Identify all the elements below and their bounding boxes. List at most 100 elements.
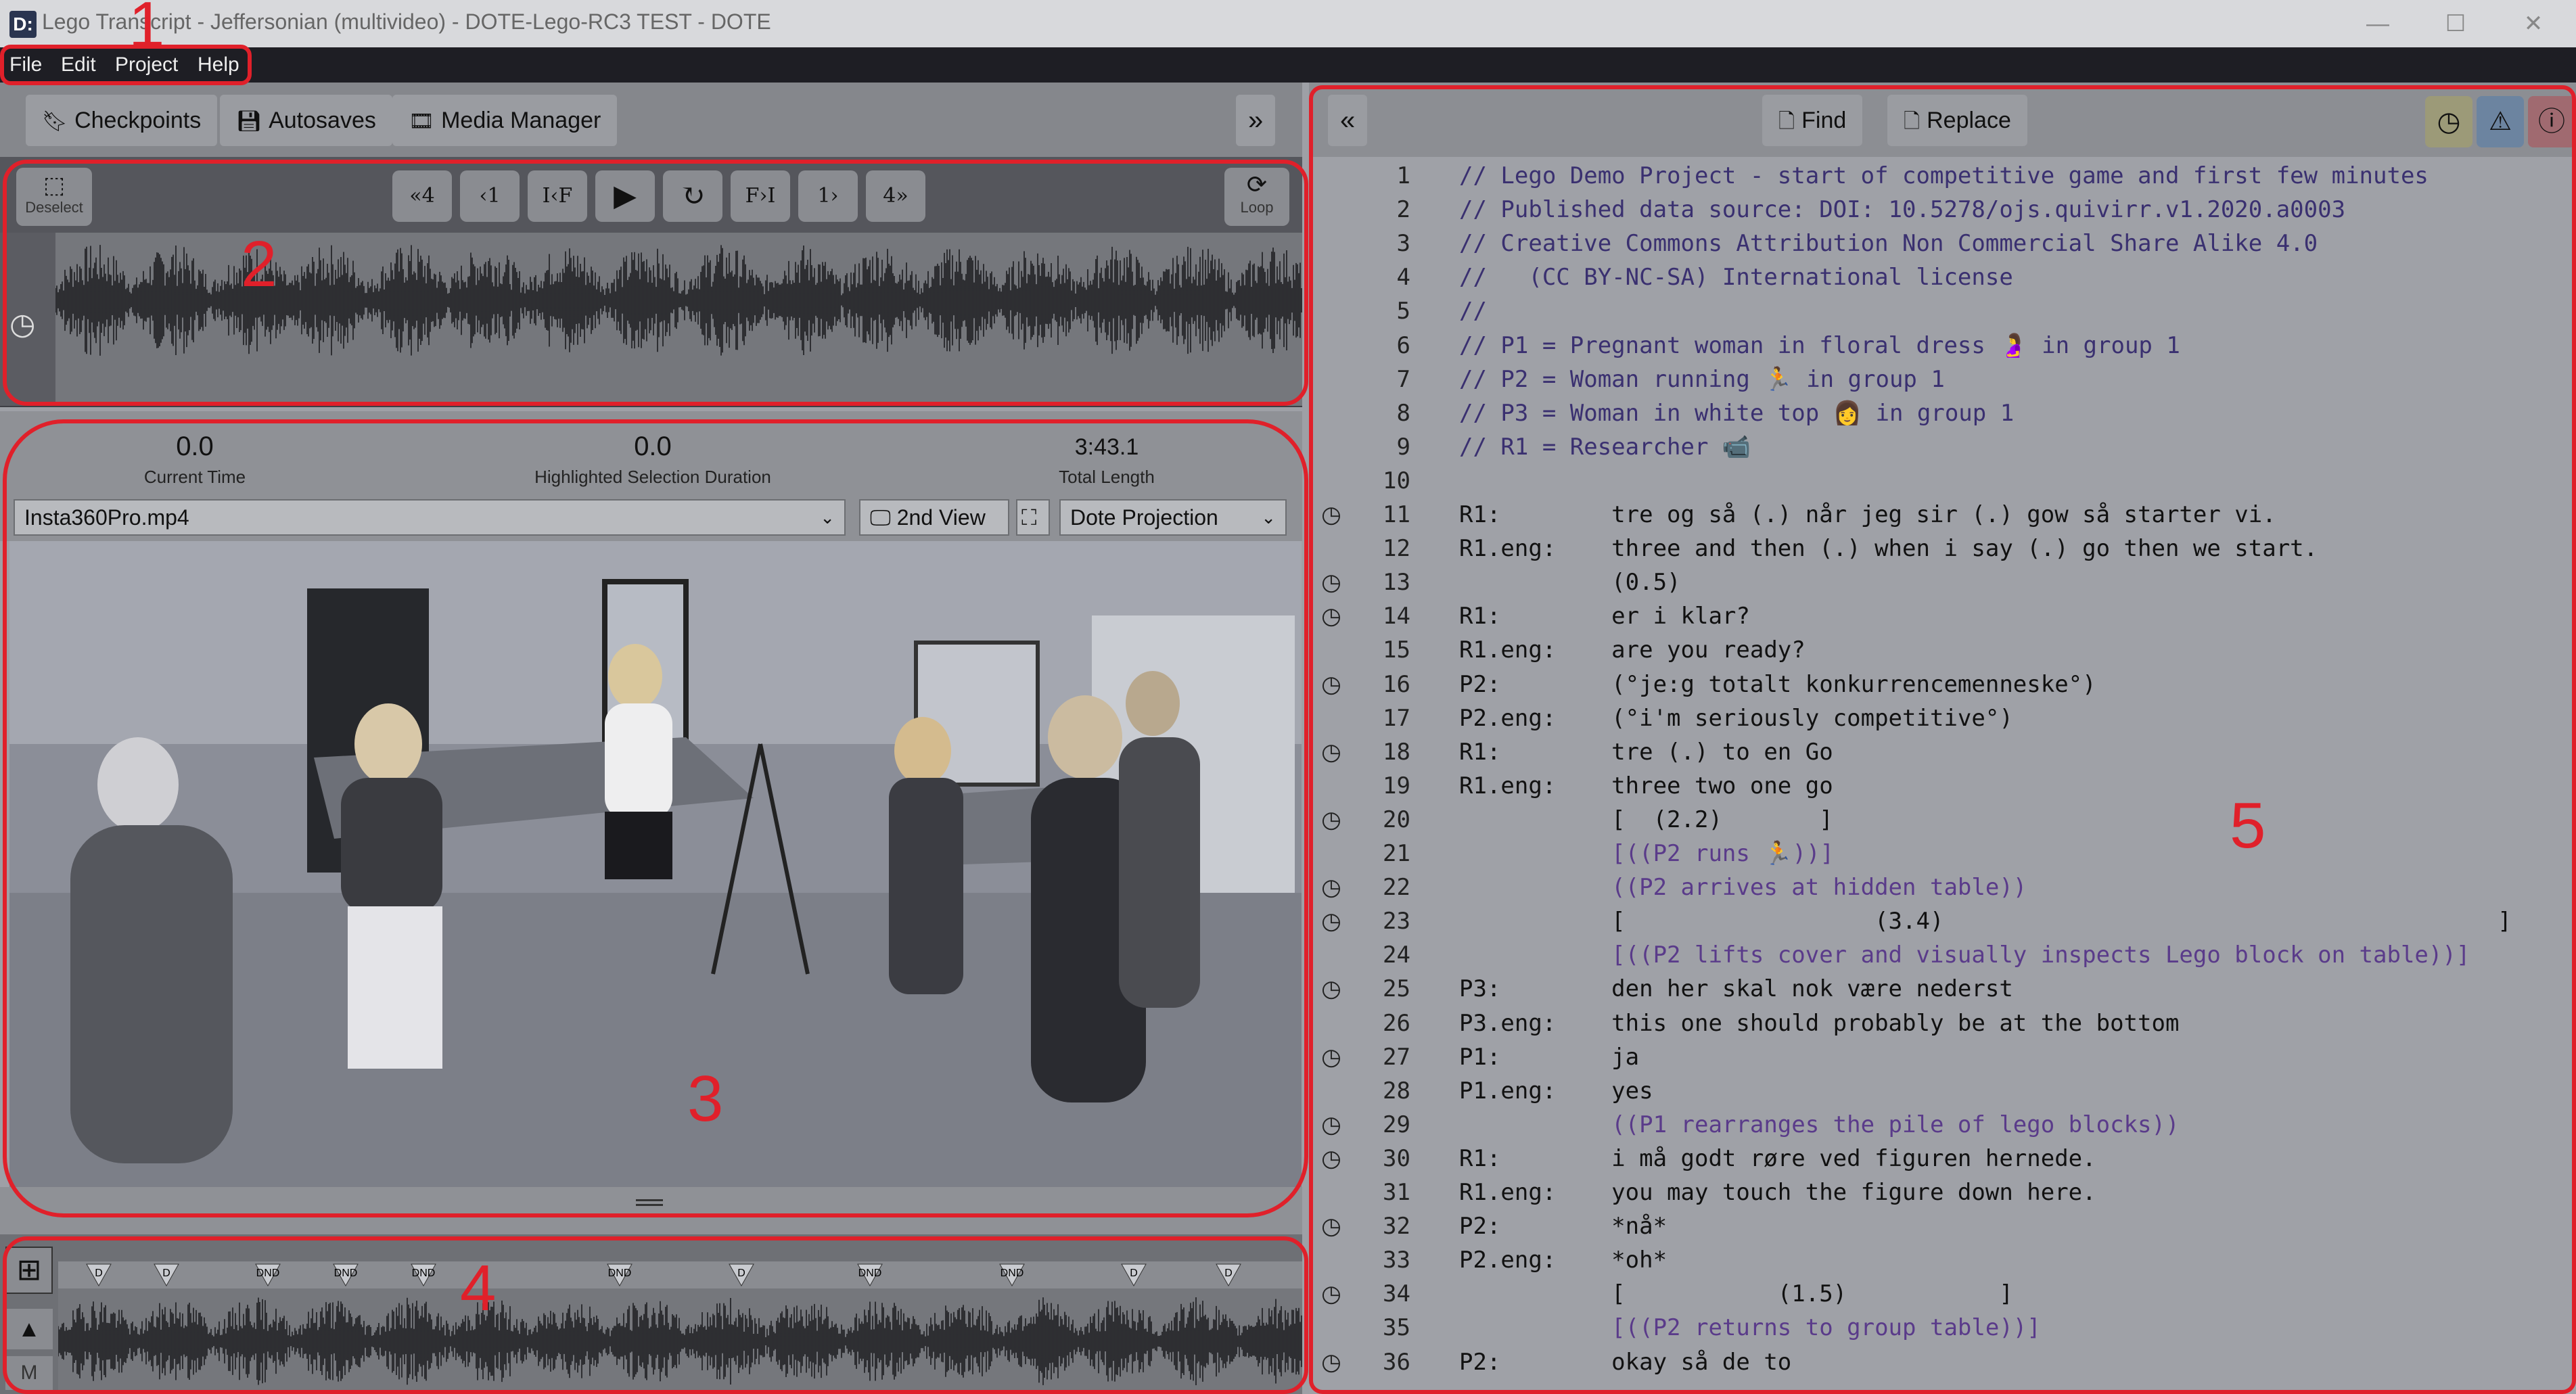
minimize-button[interactable]: — bbox=[2341, 5, 2415, 42]
replay-button[interactable]: ↻ bbox=[663, 170, 722, 222]
transcript-line[interactable]: ◷ 32 P2: *nå* bbox=[1309, 1213, 2576, 1247]
transcript-lines[interactable]: 1 // Lego Demo Project - start of competi… bbox=[1309, 157, 2576, 1394]
line-number: 12 bbox=[1383, 535, 1410, 563]
transcript-line[interactable]: 1 // Lego Demo Project - start of competi… bbox=[1309, 162, 2576, 196]
expand-panel-button[interactable]: » bbox=[1236, 95, 1276, 146]
transcript-line[interactable]: 9 // R1 = Researcher 📹 bbox=[1309, 434, 2576, 467]
back-4-button[interactable]: «4 bbox=[392, 170, 452, 222]
line-number: 15 bbox=[1383, 636, 1410, 664]
transcript-line[interactable]: 33 P2.eng: *oh* bbox=[1309, 1247, 2576, 1280]
first-frame-button[interactable]: I‹F bbox=[528, 170, 587, 222]
transcript-line[interactable]: 4 // (CC BY-NC-SA) International license bbox=[1309, 264, 2576, 298]
transcript-line[interactable]: ◷ 27 P1: ja bbox=[1309, 1044, 2576, 1077]
media-manager-button[interactable]: 🎞︎ Media Manager bbox=[392, 95, 618, 146]
line-text: ((P1 rearranges the pile of lego blocks)… bbox=[1459, 1111, 2180, 1138]
transcript-line[interactable]: 24 [((P2 lifts cover and visually inspec… bbox=[1309, 942, 2576, 975]
transcript-line[interactable]: ◷ 18 R1: tre (.) to en Go bbox=[1309, 739, 2576, 772]
find-button[interactable]: 🗋 Find bbox=[1762, 95, 1863, 146]
transcript-line[interactable]: 5 // bbox=[1309, 298, 2576, 331]
forward-1-button[interactable]: 1› bbox=[798, 170, 858, 222]
line-text: P2.eng: *oh* bbox=[1459, 1247, 1668, 1274]
find-label: Find bbox=[1801, 108, 1847, 133]
deselect-button[interactable]: ⬚ Deselect bbox=[16, 168, 92, 226]
transcript-line[interactable]: 26 P3.eng: this one should probably be at… bbox=[1309, 1010, 2576, 1044]
video-file-select[interactable]: Insta360Pro.mp4 ⌄ bbox=[14, 499, 846, 536]
transcript-line[interactable]: ◷ 25 P3: den her skal nok være nederst bbox=[1309, 975, 2576, 1009]
transcript-line[interactable]: ◷ 29 ((P1 rearranges the pile of lego blo… bbox=[1309, 1111, 2576, 1145]
waveform-path bbox=[58, 1297, 1302, 1386]
line-number: 20 bbox=[1383, 806, 1410, 833]
line-number: 14 bbox=[1383, 603, 1410, 630]
line-number: 32 bbox=[1383, 1213, 1410, 1240]
line-text: // Lego Demo Project - start of competit… bbox=[1459, 162, 2429, 189]
line-text: P3.eng: this one should probably be at t… bbox=[1459, 1009, 2180, 1037]
timestamp-toggle[interactable]: ◷ bbox=[2425, 96, 2472, 147]
autosaves-button[interactable]: 💾︎ Autosaves bbox=[220, 95, 392, 146]
second-view-button[interactable]: 🖵︎ 2nd View bbox=[859, 499, 1009, 536]
scroll-up-button[interactable]: ▲ bbox=[5, 1309, 53, 1349]
line-number: 17 bbox=[1383, 704, 1410, 732]
transcript-line[interactable]: 35 [((P2 returns to group table))] bbox=[1309, 1314, 2576, 1348]
transcript-line[interactable]: 6 // P1 = Pregnant woman in floral dress … bbox=[1309, 332, 2576, 366]
menu-file[interactable]: File bbox=[9, 51, 42, 78]
transcript-line[interactable]: ◷ 22 ((P2 arrives at hidden table)) bbox=[1309, 874, 2576, 908]
projection-select[interactable]: Dote Projection ⌄ bbox=[1059, 499, 1287, 536]
loop-button[interactable]: ⟳ Loop bbox=[1224, 168, 1289, 226]
drag-handle-icon[interactable] bbox=[636, 1199, 663, 1206]
forward-4-button[interactable]: 4» bbox=[866, 170, 925, 222]
second-view-label: 2nd View bbox=[896, 505, 986, 530]
transcript-line[interactable]: ◷ 16 P2: (°je:g totalt konkurrencemenneske… bbox=[1309, 671, 2576, 705]
maximize-button[interactable]: ☐ bbox=[2418, 5, 2493, 42]
annotation-label-3: 3 bbox=[687, 1063, 724, 1135]
transcript-line[interactable]: 8 // P3 = Woman in white top 👩 in group 1 bbox=[1309, 400, 2576, 434]
transcript-line[interactable]: ◷ 20 [ (2.2) ] bbox=[1309, 806, 2576, 840]
transcript-line[interactable]: ◷ 36 P2: okay så de to bbox=[1309, 1349, 2576, 1383]
marker-track[interactable]: D D DND DND DND DND D DND DND D D bbox=[58, 1261, 1302, 1288]
transcript-line[interactable]: ◷ 23 [ (3.4) ] bbox=[1309, 908, 2576, 942]
back-1-button[interactable]: ‹1 bbox=[460, 170, 520, 222]
timeline-marker-label: D bbox=[1224, 1268, 1233, 1279]
collapse-panel-button[interactable]: « bbox=[1328, 95, 1368, 146]
line-number: 36 bbox=[1383, 1348, 1410, 1376]
checkpoints-button[interactable]: 🔖︎ Checkpoints bbox=[26, 95, 218, 146]
timeline-marker-label: D bbox=[95, 1268, 103, 1279]
bottom-waveform[interactable] bbox=[58, 1288, 1302, 1394]
transcript-line[interactable]: 21 [((P2 runs 🏃))] bbox=[1309, 840, 2576, 874]
warnings-toggle[interactable]: ⚠ bbox=[2477, 96, 2524, 147]
line-text: [ (3.4) ] bbox=[1459, 908, 2512, 935]
transcript-line[interactable]: ◷ 11 R1: tre og så (.) når jeg sir (.) gow… bbox=[1309, 501, 2576, 535]
errors-toggle[interactable]: ⓘ bbox=[2528, 96, 2575, 147]
transcript-line[interactable]: 17 P2.eng: (°i'm seriously competitive°) bbox=[1309, 705, 2576, 739]
timeline-marker-label: DND bbox=[334, 1268, 358, 1279]
timeline-marker-label: D bbox=[737, 1268, 745, 1279]
transcript-line[interactable]: 7 // P2 = Woman running 🏃 in group 1 bbox=[1309, 366, 2576, 400]
line-text: P2: (°je:g totalt konkurrencemenneske°) bbox=[1459, 670, 2096, 698]
video-frame[interactable] bbox=[9, 541, 1302, 1187]
mode-button[interactable]: M bbox=[5, 1356, 53, 1390]
transcript-line[interactable]: ◷ 14 R1: er i klar? bbox=[1309, 603, 2576, 636]
transcript-line[interactable]: 31 R1.eng: you may touch the figure down … bbox=[1309, 1179, 2576, 1213]
transcript-line[interactable]: 12 R1.eng: three and then (.) when i say … bbox=[1309, 535, 2576, 569]
transcript-line[interactable]: 10 bbox=[1309, 467, 2576, 501]
transcript-line[interactable]: 15 R1.eng: are you ready? bbox=[1309, 636, 2576, 670]
timeline-marker-label: DND bbox=[608, 1268, 632, 1279]
play-button[interactable]: ▶ bbox=[595, 170, 655, 222]
replace-button[interactable]: 🗋 Replace bbox=[1887, 95, 2027, 146]
line-number: 28 bbox=[1383, 1077, 1410, 1105]
transcript-line[interactable]: 19 R1.eng: three two one go bbox=[1309, 772, 2576, 806]
last-frame-button[interactable]: F›I bbox=[731, 170, 790, 222]
close-button[interactable]: ✕ bbox=[2496, 5, 2571, 42]
line-text: P2: okay så de to bbox=[1459, 1348, 1792, 1376]
transcript-line[interactable]: 28 P1.eng: yes bbox=[1309, 1077, 2576, 1111]
transcript-line[interactable]: ◷ 13 (0.5) bbox=[1309, 569, 2576, 603]
transcript-line[interactable]: ◷ 34 [ (1.5) ] bbox=[1309, 1280, 2576, 1314]
menu-help[interactable]: Help bbox=[198, 51, 239, 78]
projection-icon-button[interactable]: ⛶ bbox=[1016, 499, 1050, 536]
highlight-duration-label: Highlighted Selection Duration bbox=[534, 467, 771, 487]
app-icon: D: bbox=[9, 11, 37, 38]
menu-edit[interactable]: Edit bbox=[61, 51, 96, 78]
add-video-marker-button[interactable]: ⊞ bbox=[5, 1247, 53, 1294]
transcript-line[interactable]: 2 // Published data source: DOI: 10.5278/… bbox=[1309, 196, 2576, 230]
transcript-line[interactable]: 3 // Creative Commons Attribution Non Com… bbox=[1309, 230, 2576, 264]
transcript-line[interactable]: ◷ 30 R1: i må godt røre ved figuren herned… bbox=[1309, 1145, 2576, 1179]
